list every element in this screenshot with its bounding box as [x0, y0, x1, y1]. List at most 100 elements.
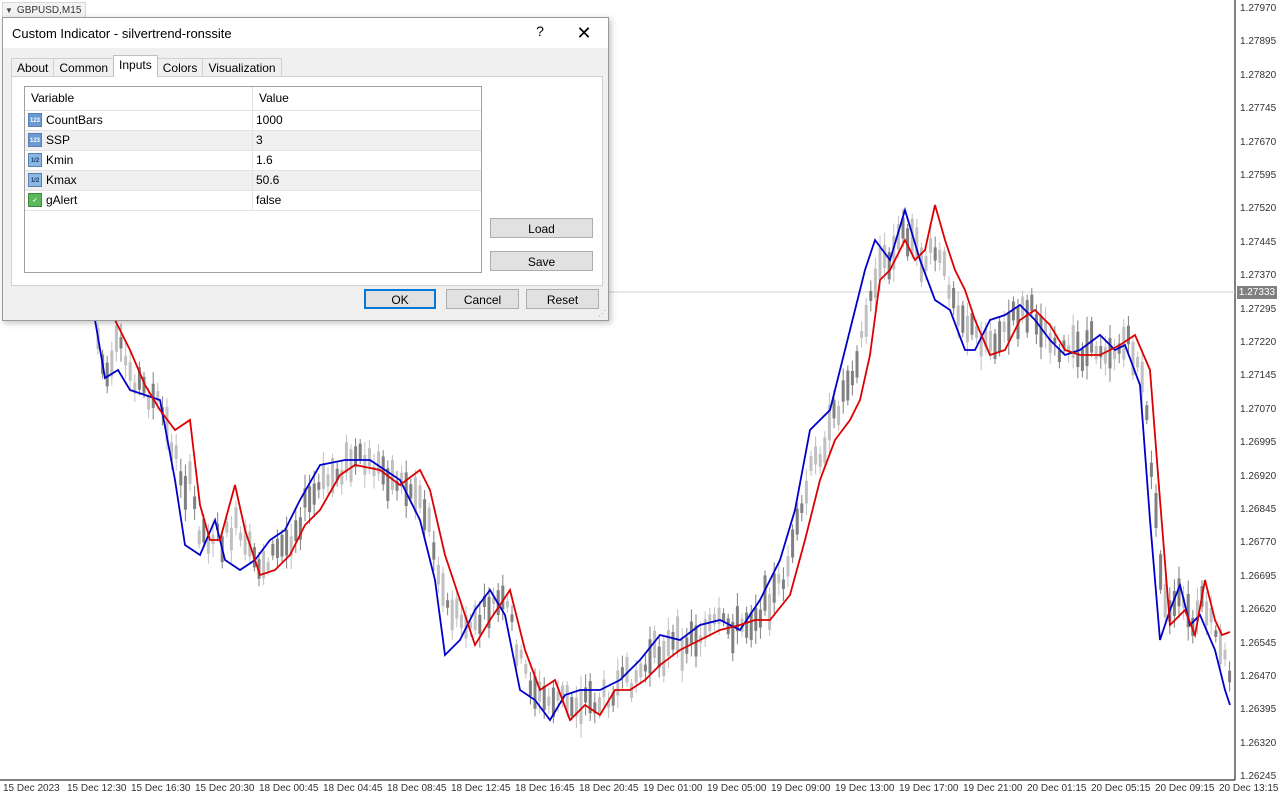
column-header-variable[interactable]: Variable — [25, 87, 253, 110]
value-cell[interactable]: 3 — [253, 131, 484, 150]
candle-body — [229, 528, 233, 551]
time-tick-label: 18 Dec 16:45 — [515, 783, 575, 794]
variable-name: Kmax — [46, 173, 77, 187]
candle-body — [1205, 601, 1209, 626]
candle-body — [1149, 462, 1153, 477]
candle-body — [519, 650, 523, 659]
table-row[interactable]: 1/2 Kmin 1.6 — [25, 151, 481, 171]
candle-body — [768, 594, 772, 630]
tab-common[interactable]: Common — [53, 58, 115, 77]
candle-body — [883, 244, 887, 268]
candle-body — [321, 463, 325, 489]
time-tick-label: 20 Dec 13:15 — [1219, 783, 1279, 794]
candle-body — [873, 268, 877, 298]
candle-body — [423, 499, 427, 531]
candle-body — [528, 680, 532, 696]
price-tick-label: 1.27895 — [1240, 36, 1277, 48]
candle-body — [271, 543, 275, 556]
candle-body — [280, 534, 284, 557]
integer-type-icon: 123 — [28, 133, 42, 147]
time-tick-label: 20 Dec 05:15 — [1091, 783, 1151, 794]
candle-body — [354, 446, 358, 467]
price-tick-label: 1.27445 — [1240, 236, 1277, 248]
close-icon[interactable]: ✕ — [571, 22, 597, 44]
candle-body — [542, 685, 546, 711]
time-tick-label: 20 Dec 01:15 — [1027, 783, 1087, 794]
candle-body — [225, 521, 229, 533]
column-header-value[interactable]: Value — [253, 87, 481, 110]
candle-body — [795, 508, 799, 535]
resize-grip-icon[interactable]: ⋰ — [598, 309, 606, 318]
tab-about[interactable]: About — [11, 58, 55, 77]
value-cell[interactable]: 1.6 — [253, 151, 484, 170]
save-button[interactable]: Save — [490, 251, 593, 271]
candle-body — [119, 337, 123, 349]
candle-body — [344, 442, 348, 474]
candle-body — [579, 689, 583, 725]
price-tick-label: 1.27970 — [1240, 3, 1277, 14]
time-tick-label: 19 Dec 13:00 — [835, 783, 895, 794]
candle-body — [1145, 405, 1149, 421]
value-cell[interactable]: false — [253, 191, 484, 210]
tab-visualization[interactable]: Visualization — [202, 58, 282, 77]
price-tick-label: 1.27295 — [1240, 303, 1277, 315]
candle-body — [625, 656, 629, 683]
price-tick-label: 1.26695 — [1240, 570, 1277, 582]
variable-cell: 1/2 Kmax — [25, 171, 253, 190]
time-tick-label: 15 Dec 2023 — [3, 783, 60, 794]
candle-body — [275, 538, 279, 558]
candle-body — [648, 639, 652, 674]
candle-body — [726, 618, 730, 635]
candle-body — [1214, 630, 1218, 637]
candle-body — [722, 613, 726, 622]
candle-body — [363, 454, 367, 475]
candle-body — [643, 664, 647, 672]
candle-body — [1103, 347, 1107, 364]
dialog-titlebar[interactable]: Custom Indicator - silvertrend-ronssite … — [3, 18, 608, 48]
table-row[interactable]: ✓ gAlert false — [25, 191, 481, 211]
double-type-icon: 1/2 — [28, 173, 42, 187]
ok-button[interactable]: OK — [364, 289, 436, 309]
candle-body — [680, 639, 684, 671]
candle-body — [965, 315, 969, 343]
candle-body — [993, 333, 997, 360]
candle-body — [662, 640, 666, 677]
candle-body — [671, 631, 675, 650]
load-button[interactable]: Load — [490, 218, 593, 238]
price-tick-label: 1.27070 — [1240, 403, 1277, 415]
boolean-type-icon: ✓ — [28, 193, 42, 207]
candle-body — [1113, 350, 1117, 359]
cancel-button[interactable]: Cancel — [446, 289, 519, 309]
table-row[interactable]: 123 CountBars 1000 — [25, 111, 481, 131]
candle-body — [809, 456, 813, 471]
candle-body — [1223, 649, 1227, 660]
help-button[interactable]: ? — [531, 23, 549, 41]
tab-colors[interactable]: Colors — [156, 58, 204, 77]
candle-body — [818, 453, 822, 467]
table-row[interactable]: 1/2 Kmax 50.6 — [25, 171, 481, 191]
candle-body — [1108, 338, 1112, 369]
candle-body — [639, 663, 643, 678]
value-cell[interactable]: 50.6 — [253, 171, 484, 190]
candle-body — [239, 532, 243, 541]
variable-name: gAlert — [46, 193, 78, 207]
candle-body — [524, 664, 528, 674]
tab-inputs[interactable]: Inputs — [113, 55, 158, 77]
time-tick-label: 19 Dec 05:00 — [707, 783, 767, 794]
candle-body — [450, 599, 454, 631]
candle-body — [1002, 321, 1006, 333]
value-cell[interactable]: 1000 — [253, 111, 484, 130]
dropdown-triangle-icon[interactable]: ▼ — [5, 6, 13, 15]
table-row[interactable]: 123 SSP 3 — [25, 131, 481, 151]
integer-type-icon: 123 — [28, 113, 42, 127]
candle-body — [846, 370, 850, 401]
candle-body — [1140, 361, 1144, 393]
variable-name: Kmin — [46, 153, 74, 167]
candle-body — [933, 247, 937, 261]
candle-body — [312, 483, 316, 505]
candle-body — [961, 305, 965, 333]
reset-button[interactable]: Reset — [526, 289, 599, 309]
time-tick-label: 18 Dec 20:45 — [579, 783, 639, 794]
candle-body — [1085, 330, 1089, 366]
current-price-marker: 1.27333 — [1237, 286, 1277, 299]
